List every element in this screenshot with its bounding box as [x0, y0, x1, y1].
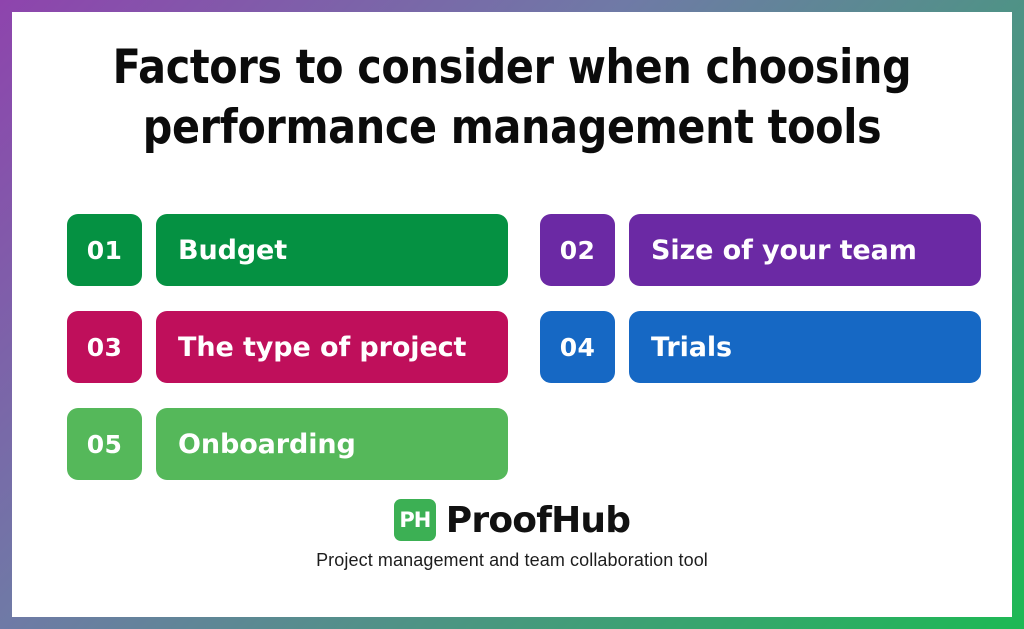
factor-row-01: 01 Budget — [67, 214, 508, 286]
infographic-inner-panel: Factors to consider when choosing perfor… — [12, 12, 1012, 617]
factor-row-04: 04 Trials — [540, 311, 981, 383]
brand-tagline: Project management and team collaboratio… — [316, 550, 708, 570]
brand-name: ProofHub — [445, 499, 631, 541]
factor-row-05: 05 Onboarding — [67, 408, 508, 480]
proofhub-logo-icon: PH — [393, 499, 436, 541]
grid-empty-cell — [540, 408, 981, 480]
factor-label-05: Onboarding — [156, 408, 508, 480]
factor-row-03: 03 The type of project — [67, 311, 508, 383]
factor-number-badge-01: 01 — [67, 214, 142, 286]
factors-grid: 01 Budget 02 Size of your team 03 The ty… — [67, 214, 981, 480]
factor-label-02: Size of your team — [629, 214, 981, 286]
factor-row-02: 02 Size of your team — [540, 214, 981, 286]
factor-number-badge-04: 04 — [540, 311, 615, 383]
factor-number-badge-02: 02 — [540, 214, 615, 286]
brand-footer: PH ProofHub Project management and team … — [12, 499, 1012, 571]
brand-lockup: PH ProofHub — [393, 499, 631, 541]
factor-label-04: Trials — [629, 311, 981, 383]
infographic-canvas: Factors to consider when choosing perfor… — [0, 0, 1024, 629]
factor-label-01: Budget — [156, 214, 508, 286]
page-title: Factors to consider when choosing perfor… — [112, 40, 912, 156]
factor-label-03: The type of project — [156, 311, 508, 383]
factor-number-badge-03: 03 — [67, 311, 142, 383]
factor-number-badge-05: 05 — [67, 408, 142, 480]
